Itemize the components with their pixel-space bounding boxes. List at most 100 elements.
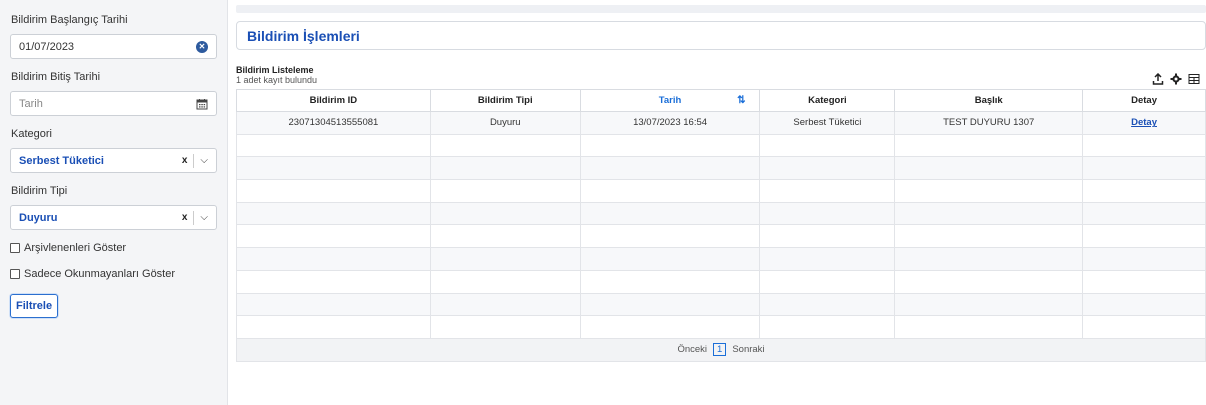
start-date-label: Bildirim Başlangıç Tarihi (11, 14, 128, 26)
table-cell-empty (894, 315, 1084, 339)
table-cell-empty (759, 224, 896, 249)
table-cell-empty (236, 224, 431, 249)
table-cell-empty (579, 269, 761, 294)
table-row-empty (236, 247, 1206, 271)
filter-button[interactable]: Filtrele (10, 294, 59, 318)
category-clear-icon[interactable]: x (176, 153, 195, 168)
table-cell-empty (429, 133, 581, 158)
show-unread-checkbox[interactable] (10, 269, 20, 279)
table-cell-empty (236, 179, 431, 203)
table-cell-empty (759, 156, 896, 181)
table-cell-empty (894, 247, 1084, 271)
table-cell-empty (894, 269, 1084, 294)
table-cell-empty (894, 156, 1084, 181)
cell-detail: Detay (1082, 111, 1206, 135)
filter-sidebar: Bildirim Başlangıç Tarihi 01/07/2023 ✕ B… (0, 0, 228, 405)
table-cell-empty (894, 201, 1084, 226)
table-cell-empty (236, 247, 431, 271)
type-label: Bildirim Tipi (11, 185, 68, 197)
category-label: Kategori (11, 128, 52, 140)
table-cell-empty (759, 133, 896, 158)
cell-title: TEST DUYURU 1307 (894, 111, 1084, 135)
sort-icon[interactable]: ⇅ (737, 95, 745, 106)
chevron-down-icon[interactable]: ⌵ (194, 211, 208, 225)
top-bar (236, 5, 1206, 13)
table-cell-empty (579, 247, 761, 271)
show-archived-checkbox[interactable] (10, 243, 20, 253)
table-cell-empty (579, 201, 761, 226)
calendar-icon[interactable] (196, 98, 208, 110)
table-row-empty (236, 269, 1206, 294)
end-date-label: Bildirim Bitiş Tarihi (11, 71, 101, 83)
type-clear-icon[interactable]: x (176, 210, 195, 225)
columns-icon[interactable] (1188, 73, 1200, 85)
show-archived-label: Arşivlenenleri Göster (24, 242, 127, 254)
table-cell-empty (429, 201, 581, 226)
main-content: Bildirim İşlemleri Bildirim Listeleme 1 … (228, 0, 1206, 405)
page-title-box: Bildirim İşlemleri (236, 21, 1206, 50)
table-cell-empty (1082, 179, 1206, 203)
table-cell-empty (429, 292, 581, 317)
table-cell-empty (759, 315, 896, 339)
list-header: Bildirim Listeleme 1 adet kayıt bulundu (236, 65, 1206, 85)
chevron-down-icon[interactable]: ⌵ (194, 154, 208, 168)
col-header-date[interactable]: Tarih ⇅ (579, 89, 761, 112)
table-cell-empty (1082, 224, 1206, 249)
table-cell-empty (1082, 201, 1206, 226)
table-cell-empty (579, 179, 761, 203)
next-page-button[interactable]: Sonraki (732, 344, 764, 355)
col-header-id[interactable]: Bildirim ID (236, 89, 431, 112)
table-cell-empty (236, 133, 431, 158)
col-header-detail[interactable]: Detay (1082, 89, 1206, 112)
table-cell-empty (1082, 247, 1206, 271)
table-cell-empty (579, 292, 761, 317)
record-count: 1 adet kayıt bulundu (236, 75, 318, 85)
table-cell-empty (1082, 156, 1206, 181)
table-cell-empty (429, 156, 581, 181)
type-select[interactable]: Duyuru x ⌵ (10, 205, 217, 230)
table-row-empty (236, 315, 1206, 339)
app-layout: Bildirim Başlangıç Tarihi 01/07/2023 ✕ B… (0, 0, 1206, 405)
table-cell-empty (579, 133, 761, 158)
table-cell-empty (429, 224, 581, 249)
table-cell-empty (429, 269, 581, 294)
table-cell-empty (1082, 292, 1206, 317)
type-value: Duyuru (19, 211, 58, 224)
table-row[interactable]: 23071304513555081 Duyuru 13/07/2023 16:5… (236, 111, 1206, 135)
table-cell-empty (759, 269, 896, 294)
table-cell-empty (236, 292, 431, 317)
table-cell-empty (579, 156, 761, 181)
gear-icon[interactable] (1170, 73, 1182, 85)
table-cell-empty (579, 315, 761, 339)
detail-link[interactable]: Detay (1131, 117, 1157, 128)
col-header-category[interactable]: Kategori (759, 89, 896, 112)
category-select[interactable]: Serbest Tüketici x ⌵ (10, 148, 217, 173)
cell-type: Duyuru (429, 111, 581, 135)
col-header-type[interactable]: Bildirim Tipi (429, 89, 581, 112)
end-date-placeholder: Tarih (19, 97, 43, 110)
cell-id: 23071304513555081 (236, 111, 431, 135)
table-header-row: Bildirim ID Bildirim Tipi Tarih ⇅ Katego… (236, 89, 1206, 112)
page-number[interactable]: 1 (713, 343, 727, 357)
table-cell-empty (759, 201, 896, 226)
show-unread-option[interactable]: Sadece Okunmayanları Göster (10, 268, 217, 280)
start-date-value: 01/07/2023 (19, 40, 75, 53)
upload-icon[interactable] (1152, 73, 1164, 85)
table-cell-empty (236, 269, 431, 294)
table-cell-empty (429, 247, 581, 271)
col-header-title[interactable]: Başlık (894, 89, 1084, 112)
table-cell-empty (894, 179, 1084, 203)
table-cell-empty (236, 315, 431, 339)
table-cell-empty (759, 292, 896, 317)
table-cell-empty (1082, 269, 1206, 294)
prev-page-button[interactable]: Önceki (677, 344, 707, 355)
start-date-field[interactable]: 01/07/2023 ✕ (10, 34, 217, 59)
clear-circle-icon[interactable]: ✕ (196, 40, 208, 53)
table-cell-empty (1082, 133, 1206, 158)
show-archived-option[interactable]: Arşivlenenleri Göster (10, 242, 217, 254)
table-row-empty (236, 156, 1206, 181)
table-cell-empty (894, 133, 1084, 158)
col-header-date-label: Tarih (658, 95, 682, 106)
end-date-field[interactable]: Tarih (10, 91, 217, 116)
cell-category: Serbest Tüketici (759, 111, 896, 135)
